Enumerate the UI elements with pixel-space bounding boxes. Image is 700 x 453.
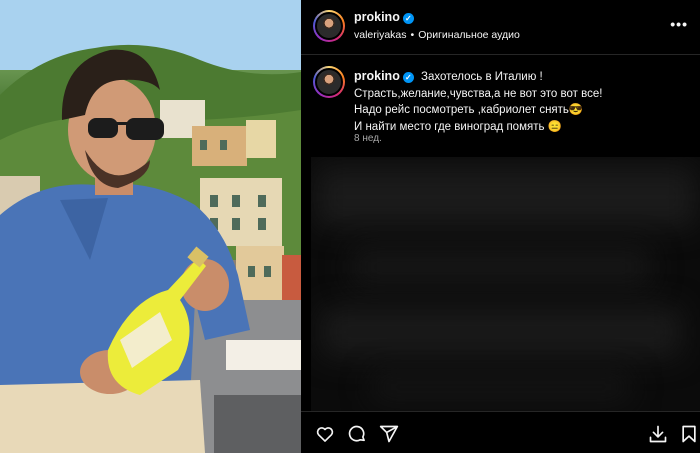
download-icon[interactable] — [648, 424, 668, 444]
post-media[interactable] — [0, 0, 301, 453]
bookmark-icon[interactable] — [679, 424, 699, 444]
more-options-button[interactable]: ••• — [670, 16, 688, 32]
post-subtitle: valeriyakas • Оригинальное аудио — [354, 29, 520, 41]
audio-link[interactable]: Оригинальное аудио — [418, 29, 520, 41]
collab-username[interactable]: valeriyakas — [354, 29, 407, 41]
author-username[interactable]: prokino ✓ — [354, 10, 414, 24]
media-illustration — [0, 0, 301, 453]
verified-badge-icon: ✓ — [402, 13, 414, 24]
post-header: prokino ✓ valeriyakas • Оригинальное аудио … — [301, 0, 700, 55]
post-panel: prokino ✓ valeriyakas • Оригинальное аудио … — [301, 0, 700, 453]
post-timestamp[interactable]: 8 нед. — [354, 133, 382, 144]
caption-line-3: Надо рейс посмотреть ,кабриолет снять😎 — [354, 104, 584, 116]
caption-line-4: И найти место где виноград помять 😑 — [354, 120, 562, 133]
author-avatar[interactable] — [313, 10, 345, 42]
author-name[interactable]: prokino — [354, 10, 400, 24]
caption-avatar[interactable] — [313, 66, 345, 98]
caption-line-2: Страсть,желание,чувства,а не вот это вот… — [354, 87, 603, 100]
heart-icon[interactable] — [315, 424, 335, 444]
caption-text: prokino ✓ Захотелось в Италию ! Страсть,ж… — [354, 68, 684, 135]
separator-dot: • — [410, 29, 415, 41]
blurred-comments-area — [311, 157, 700, 411]
caption-username[interactable]: prokino ✓ — [354, 69, 414, 83]
comment-icon[interactable] — [347, 424, 367, 444]
share-icon[interactable] — [379, 424, 399, 444]
caption-line-1: prokino ✓ Захотелось в Италию ! — [354, 69, 543, 83]
caption-verified-icon: ✓ — [402, 72, 414, 83]
post-actions-bar — [301, 411, 700, 453]
